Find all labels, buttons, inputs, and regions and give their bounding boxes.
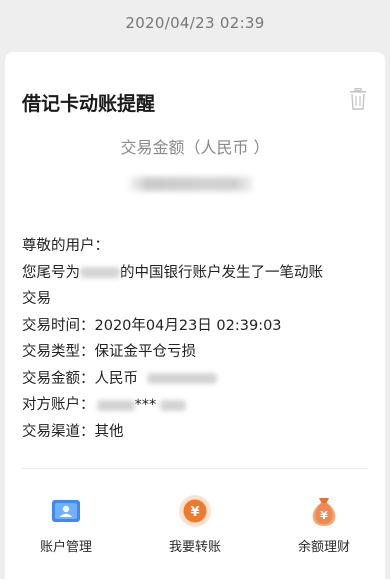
channel-row: 交易渠道：其他 — [22, 419, 372, 446]
message-line-2: 交易 — [22, 291, 51, 307]
amount-row-value: 人民币 — [94, 370, 139, 387]
type-label: 交易类型： — [22, 344, 95, 360]
message-body: 尊敬的用户： 您尾号为 的中国银行账户发生了一笔动账 交易 交易时间：2020年0… — [22, 233, 372, 445]
channel-label: 交易渠道： — [22, 423, 95, 440]
card-title: 借记卡动账提醒 — [22, 93, 156, 115]
transaction-amount-row: 交易金额：人民币 — [22, 366, 372, 393]
channel-value: 其他 — [94, 423, 124, 440]
action-bar: 账户管理 ¥ 我要转账 ¥ 余额理财 — [5, 494, 385, 564]
card-tail-redacted — [80, 267, 120, 278]
transaction-type-row: 交易类型：保证金平仓亏损 — [22, 339, 372, 366]
time-label: 交易时间： — [22, 317, 95, 334]
transfer-coin-icon: ¥ — [179, 495, 211, 527]
money-bag-icon: ¥ — [312, 498, 336, 526]
counterparty-redacted-start — [96, 399, 135, 411]
divider — [22, 468, 368, 469]
transfer-label: 我要转账 — [168, 540, 221, 555]
debit-card-alert-card: 借记卡动账提醒 交易金额（人民币 ） 尊敬的用户： 您尾号为 的中国银行账户发生了… — [5, 52, 385, 579]
message-line-1: 您尾号为 的中国银行账户发生了一笔动账 — [22, 260, 372, 287]
transaction-time-row: 交易时间：2020年04月23日 02:39:03 — [22, 313, 372, 340]
time-value: 2020年04月23日 02:39:03 — [94, 317, 282, 334]
balance-wealth-label: 余额理财 — [297, 540, 350, 555]
counterparty-row: 对方账户： *** — [22, 392, 372, 419]
counterparty-mask-stars: *** — [134, 397, 157, 413]
svg-text:¥: ¥ — [190, 505, 199, 520]
message-timestamp: 2020/04/23 02:39 — [125, 14, 265, 32]
amount-row-redacted — [146, 373, 217, 384]
message-suffix: 的中国银行账户发生了一笔动账 — [120, 264, 323, 281]
account-management-button[interactable]: 账户管理 — [11, 494, 121, 555]
amount-row-label: 交易金额： — [22, 370, 95, 387]
balance-wealth-button[interactable]: ¥ 余额理财 — [269, 494, 379, 555]
greeting: 尊敬的用户： — [22, 238, 109, 254]
trash-icon[interactable] — [348, 88, 368, 110]
transfer-button[interactable]: ¥ 我要转账 — [140, 494, 250, 555]
amount-label: 交易金额（人民币 ） — [120, 138, 270, 157]
amount-redacted — [129, 177, 253, 191]
message-prefix: 您尾号为 — [22, 264, 80, 281]
account-management-label: 账户管理 — [39, 540, 92, 555]
counterparty-label: 对方账户： — [22, 397, 95, 413]
type-value: 保证金平仓亏损 — [94, 344, 197, 360]
counterparty-redacted-end — [160, 399, 187, 411]
account-card-icon — [52, 500, 80, 522]
svg-text:¥: ¥ — [320, 509, 328, 522]
